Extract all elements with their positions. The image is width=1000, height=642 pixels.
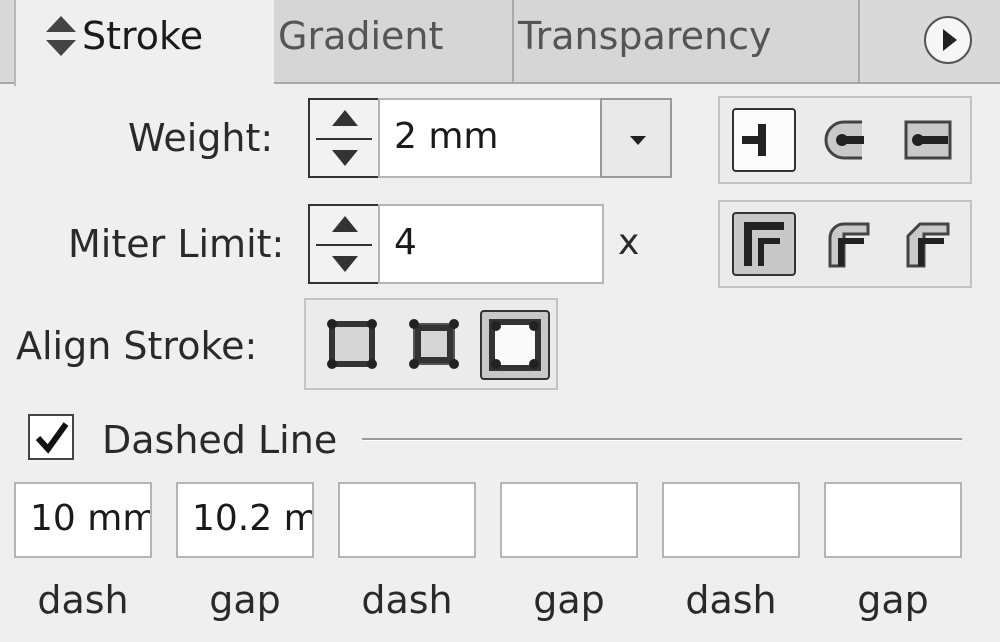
stroke-panel: Transparency Gradient Stroke Weight: 2 m… xyxy=(0,0,1000,642)
weight-stepper[interactable] xyxy=(308,98,380,178)
dash-3-caption: dash xyxy=(685,578,777,622)
align-button-group xyxy=(304,298,558,390)
align-outside-icon[interactable] xyxy=(480,310,550,380)
projecting-cap-icon[interactable] xyxy=(896,108,960,172)
gap-1-input[interactable]: 10.2 mm xyxy=(176,482,314,558)
gap-1-caption: gap xyxy=(209,578,281,622)
gap-3-input[interactable] xyxy=(824,482,962,558)
round-join-icon[interactable] xyxy=(816,212,880,276)
gap-3-caption: gap xyxy=(857,578,929,622)
bevel-join-icon[interactable] xyxy=(896,212,960,276)
dash-1-input[interactable]: 10 mm xyxy=(14,482,152,558)
dashed-line-checkbox[interactable] xyxy=(28,414,74,460)
miter-limit-label: Miter Limit: xyxy=(68,222,285,266)
gap-2-caption: gap xyxy=(533,578,605,622)
tab-label: Transparency xyxy=(518,14,772,58)
align-inside-icon[interactable] xyxy=(402,312,466,376)
align-center-icon[interactable] xyxy=(320,312,384,376)
checkmark-icon xyxy=(35,422,69,454)
weight-label: Weight: xyxy=(128,116,274,160)
tab-label: Gradient xyxy=(278,14,444,58)
decrement-icon[interactable] xyxy=(332,150,358,166)
miter-limit-input[interactable]: 4 xyxy=(378,204,604,284)
dash-3-input[interactable] xyxy=(662,482,800,558)
increment-icon[interactable] xyxy=(332,110,358,126)
dash-1-caption: dash xyxy=(37,578,129,622)
cap-button-group xyxy=(718,96,972,184)
butt-cap-icon[interactable] xyxy=(732,108,796,172)
increment-icon[interactable] xyxy=(332,216,358,232)
miter-unit: x xyxy=(618,222,640,263)
dash-2-caption: dash xyxy=(361,578,453,622)
join-button-group xyxy=(718,200,972,288)
panel-menu-icon[interactable] xyxy=(924,16,972,64)
weight-dropdown-button[interactable] xyxy=(600,98,672,178)
dashed-line-label: Dashed Line xyxy=(102,418,338,462)
decrement-icon[interactable] xyxy=(332,256,358,272)
tab-gradient[interactable]: Gradient xyxy=(258,0,514,82)
tab-stroke[interactable]: Stroke xyxy=(14,0,274,86)
tab-label: Stroke xyxy=(82,14,204,58)
dash-2-input[interactable] xyxy=(338,482,476,558)
weight-input[interactable]: 2 mm xyxy=(378,98,602,178)
gap-2-input[interactable] xyxy=(500,482,638,558)
tab-transparency[interactable]: Transparency xyxy=(500,0,860,82)
align-stroke-label: Align Stroke: xyxy=(16,324,258,368)
round-cap-icon[interactable] xyxy=(816,108,880,172)
miter-join-icon[interactable] xyxy=(732,212,796,276)
miter-stepper[interactable] xyxy=(308,204,380,284)
tab-bar: Transparency Gradient Stroke xyxy=(0,0,1000,86)
updown-arrows-icon[interactable] xyxy=(44,14,78,58)
